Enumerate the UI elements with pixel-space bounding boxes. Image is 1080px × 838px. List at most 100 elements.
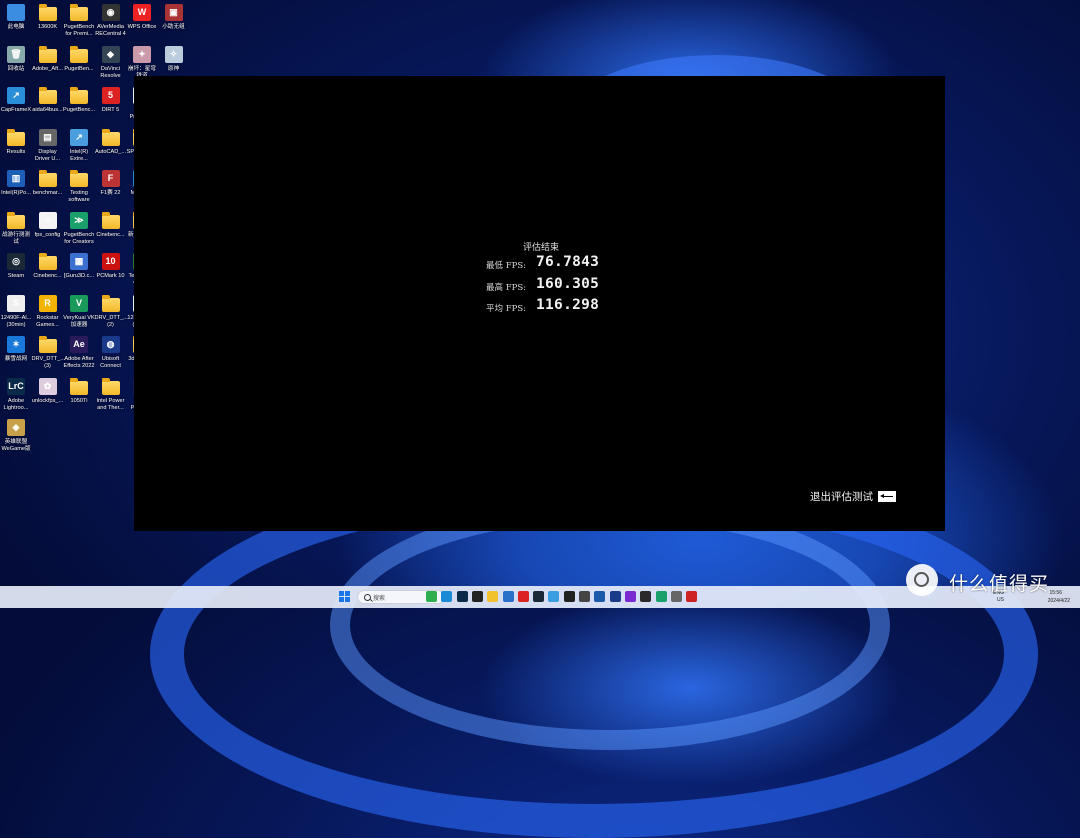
desktop-icon[interactable]: ≡ fps_config bbox=[32, 211, 64, 239]
recorder-app-icon[interactable] bbox=[640, 591, 652, 602]
desktop-icon[interactable]: ↗ CapFrameX bbox=[0, 87, 32, 114]
aida64-app-icon[interactable] bbox=[502, 591, 514, 602]
desktop-icon[interactable]: PugetBench for Premi... bbox=[63, 4, 95, 38]
monitor-app-icon[interactable] bbox=[563, 591, 575, 602]
desktop-icon[interactable]: ✧ 原神 bbox=[158, 45, 190, 73]
app-icon: ✦ bbox=[133, 45, 151, 63]
desktop-icon[interactable]: Intel Power and Ther... bbox=[95, 377, 127, 412]
app-icon: LrC bbox=[7, 377, 25, 395]
desktop-icon-label: 回收站 bbox=[7, 65, 25, 72]
desktop-icon[interactable]: ✦崩坏：星穹铁道 bbox=[126, 45, 158, 80]
desktop-icon-label: DaVinci Resolve bbox=[100, 65, 121, 79]
desktop-icon[interactable]: 🗑 回收站 bbox=[0, 45, 32, 73]
desktop-icon[interactable]: ◉ AVerMedia RECentral 4 bbox=[95, 4, 127, 38]
desktop-icon[interactable]: AutoCAD_... bbox=[95, 128, 127, 156]
desktop-icon[interactable]: Testing software bbox=[63, 170, 95, 204]
app-icon: ▣ bbox=[164, 4, 183, 21]
desktop-icon[interactable]: 1050Ti bbox=[63, 377, 95, 405]
desktop-icon-label: PugetBench for Creators bbox=[63, 231, 95, 245]
desktop-icon[interactable]: PugetBen... bbox=[63, 45, 95, 73]
desktop-icon[interactable]: ◍ Ubisoft Connect bbox=[95, 336, 127, 370]
max-fps-value: 160.305 bbox=[536, 276, 600, 292]
folder-icon bbox=[70, 377, 88, 395]
gpu-app-icon[interactable] bbox=[517, 591, 529, 602]
desktop-icon-label: DIRT 5 bbox=[101, 107, 120, 113]
desktop-icon[interactable]: PugetBenc... bbox=[63, 87, 95, 114]
desktop-icon[interactable]: S 12490F-Al... (30min) bbox=[0, 294, 32, 329]
terminal-app-icon[interactable] bbox=[471, 591, 483, 602]
desktop-icon[interactable]: ▦ [Guru3D.c... bbox=[63, 253, 95, 280]
desktop-icon[interactable]: 5 DIRT 5 bbox=[95, 87, 127, 114]
folder-icon bbox=[38, 4, 57, 21]
hwinfo-app-icon[interactable] bbox=[594, 591, 606, 602]
app-icon: W bbox=[133, 4, 151, 21]
desktop-icon-label: fps_config bbox=[34, 231, 61, 238]
explorer-app-icon[interactable] bbox=[487, 591, 499, 602]
desktop-icon[interactable]: Adobe_Aft... bbox=[32, 45, 64, 73]
photoshop-app-icon[interactable] bbox=[456, 591, 468, 602]
desktop-icon[interactable]: LrC Adobe Lightroo... bbox=[0, 377, 32, 412]
benchmark-result-panel: 评估结束 最低 FPS: 76.7843 最高 FPS: 160.305 平均 … bbox=[134, 76, 945, 531]
desktop-icon-label: 小助无组 bbox=[162, 24, 185, 30]
game-app-icon[interactable] bbox=[686, 591, 698, 602]
min-fps-label: 最低 FPS: bbox=[486, 261, 527, 271]
search-placeholder: 搜索 bbox=[373, 596, 386, 602]
desktop-icon[interactable]: F F1赛 22 bbox=[95, 170, 127, 197]
capture-app-icon[interactable] bbox=[579, 591, 590, 602]
desktop-icon[interactable]: DRV_DTT_... (2) bbox=[95, 294, 128, 329]
desktop-icon[interactable]: 13600K bbox=[32, 4, 64, 31]
desktop-icon[interactable]: ▣ 小助无组 bbox=[158, 4, 190, 31]
desktop-icon[interactable]: 战游行测测试 bbox=[0, 211, 32, 246]
desktop-icon[interactable]: ◈ 英雄联盟 WeGame版 bbox=[0, 419, 32, 453]
desktop-icon[interactable]: Cinebenc... bbox=[32, 253, 64, 280]
folder-icon bbox=[101, 211, 120, 229]
vpn-app-icon[interactable] bbox=[655, 591, 667, 602]
desktop-icon[interactable]: benchmar... bbox=[32, 170, 64, 197]
app-icon: Ae bbox=[70, 336, 88, 353]
messenger-app-icon[interactable] bbox=[624, 591, 636, 602]
desktop-icon[interactable]: ≫ PugetBench for Creators bbox=[63, 211, 95, 246]
desktop-icon[interactable]: DRV_DTT_... (3) bbox=[32, 336, 65, 370]
desktop-icon[interactable]: 10 PCMark 10 bbox=[95, 253, 127, 280]
app-icon: F bbox=[101, 170, 120, 187]
desktop-icon-label: PCMark 10 bbox=[96, 273, 125, 279]
desktop-icon[interactable]: R Rockstar Games... bbox=[32, 294, 64, 329]
wallpaper-swirl bbox=[330, 500, 890, 750]
folder-icon bbox=[70, 87, 88, 104]
app-icon: ✿ bbox=[38, 377, 57, 395]
desktop-icon[interactable]: 此电脑 bbox=[0, 4, 32, 31]
desktop-icon[interactable]: ↗ Intel(R) Extre... bbox=[63, 128, 95, 163]
settings-app-icon[interactable] bbox=[670, 591, 682, 602]
widget-app-icon[interactable] bbox=[426, 591, 437, 602]
windows-start-icon[interactable] bbox=[339, 591, 351, 603]
desktop-icon[interactable]: Ae Adobe After Effects 2022 bbox=[63, 336, 95, 370]
desktop-icon[interactable]: W WPS Office bbox=[126, 4, 158, 31]
avg-fps-value: 116.298 bbox=[536, 297, 600, 313]
desktop-icon-label: PugetBen... bbox=[64, 65, 94, 72]
desktop-icon[interactable]: aida64bus... bbox=[32, 87, 64, 114]
app-icon: S bbox=[7, 294, 25, 312]
desktop-icon[interactable]: ◎ Steam bbox=[0, 253, 32, 280]
desktop-icon[interactable]: Cinebenc... bbox=[95, 211, 127, 239]
desktop-icon[interactable]: ▥ Intel(R)Po... bbox=[0, 170, 32, 197]
desktop-icon-label: benchmar... bbox=[32, 190, 63, 196]
image-app-icon[interactable] bbox=[548, 591, 560, 602]
desktop-icon[interactable]: V VeryKuai VK 加速器 bbox=[63, 294, 95, 329]
desktop-icon-label: 13600K bbox=[37, 24, 58, 30]
steam-app-icon[interactable] bbox=[533, 591, 545, 602]
desktop-icon[interactable]: ✿ unlockfps_... bbox=[31, 377, 64, 405]
desktop-icon[interactable]: Results bbox=[0, 128, 32, 156]
clock-date: 2024/4/22 bbox=[1047, 598, 1070, 604]
desktop-icon[interactable]: ✶ 暴雪战网 bbox=[0, 336, 32, 363]
desktop-icon-label: unlockfps_... bbox=[31, 397, 64, 404]
back-arrow-icon bbox=[878, 490, 896, 502]
desktop-icon-label: Intel(R) Extre... bbox=[69, 148, 89, 162]
desktop-icon[interactable]: ◆ DaVinci Resolve bbox=[95, 45, 127, 80]
desktop-icon-label: Ubisoft Connect bbox=[100, 356, 121, 369]
folder-icon bbox=[70, 45, 88, 63]
app-icon: ◍ bbox=[101, 336, 120, 353]
exit-benchmark-button[interactable]: 退出评估测试 bbox=[810, 489, 896, 503]
edge-app-icon[interactable] bbox=[441, 591, 453, 602]
desktop-icon[interactable]: ▤ Display Driver U... bbox=[32, 128, 64, 163]
ubisoft-app-icon[interactable] bbox=[609, 591, 621, 602]
